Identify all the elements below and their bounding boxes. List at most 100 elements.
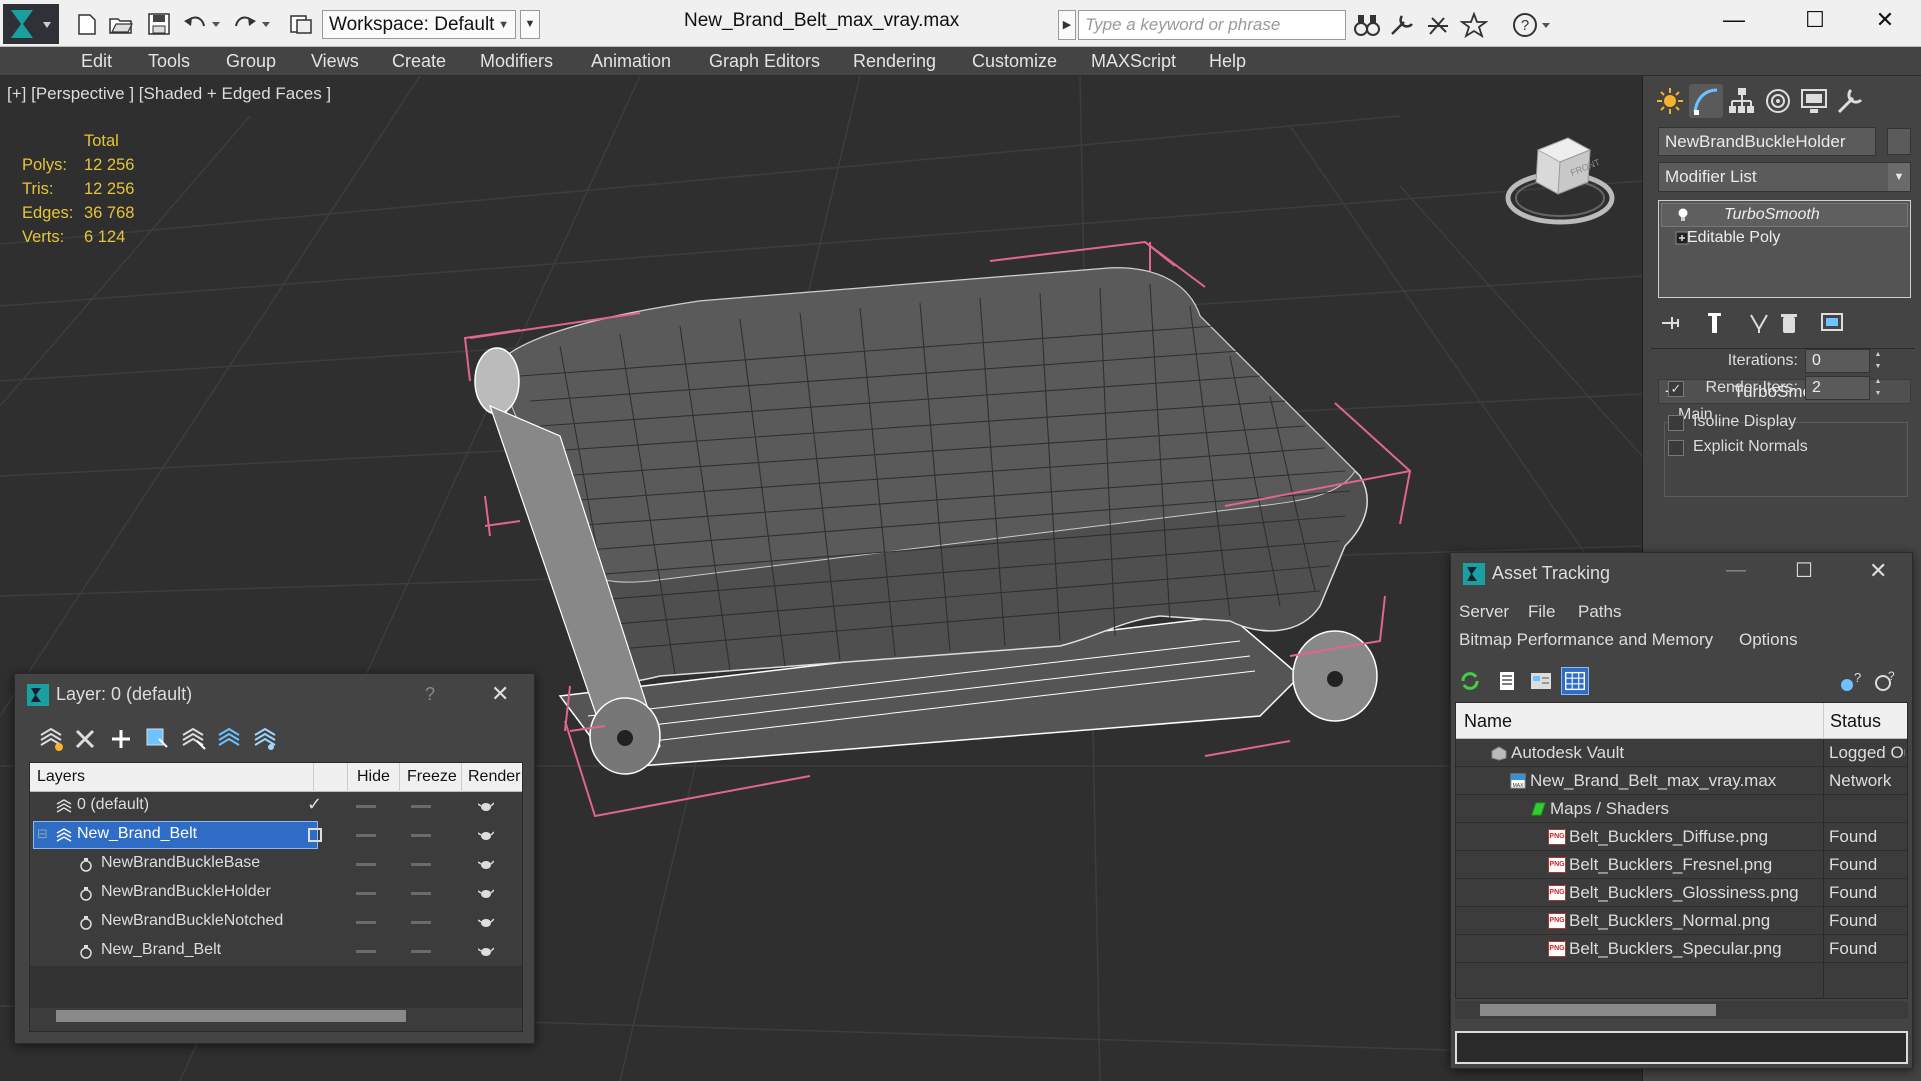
render-teapot-icon[interactable]: [478, 916, 494, 928]
column-header-render[interactable]: Render: [468, 768, 520, 786]
utilities-tab-icon[interactable]: [1833, 84, 1867, 118]
show-end-result-icon[interactable]: [1701, 309, 1729, 337]
scrollbar-thumb[interactable]: [56, 1010, 406, 1022]
column-header-status[interactable]: Status: [1830, 711, 1881, 732]
menu-group[interactable]: Group: [226, 51, 276, 72]
binoculars-icon[interactable]: [1353, 12, 1381, 38]
iterations-spinner-arrows[interactable]: ▲ ▼: [1872, 349, 1884, 373]
menu-options[interactable]: Options: [1739, 630, 1798, 650]
add-to-layer-icon[interactable]: [107, 725, 135, 753]
stack-item-editable-poly[interactable]: Editable Poly: [1661, 227, 1908, 251]
layer-window-titlebar[interactable]: Layer: 0 (default) ? ✕: [15, 674, 534, 715]
new-file-icon[interactable]: [74, 12, 100, 36]
refresh-icon[interactable]: [1456, 667, 1484, 695]
render-iters-checkbox[interactable]: ✓: [1668, 381, 1684, 397]
stack-item-turbosmooth[interactable]: TurboSmooth: [1661, 203, 1908, 227]
freeze-toggle[interactable]: [411, 805, 431, 808]
menu-animation[interactable]: Animation: [591, 51, 671, 72]
project-folder-icon[interactable]: [288, 12, 314, 36]
subscription-icon[interactable]: [1424, 12, 1452, 38]
wrench-icon[interactable]: [1388, 12, 1416, 38]
help-icon[interactable]: ?: [1512, 12, 1540, 38]
help-dropdown-icon[interactable]: [1540, 12, 1552, 38]
menu-edit[interactable]: Edit: [81, 51, 112, 72]
layer-row[interactable]: 0 (default) ✓: [30, 792, 522, 821]
app-menu-button[interactable]: [3, 4, 59, 44]
hide-toggle[interactable]: [356, 805, 376, 808]
make-active-layer-box[interactable]: [308, 828, 322, 842]
undo-icon[interactable]: [182, 12, 208, 36]
horizontal-scrollbar[interactable]: [1455, 1001, 1908, 1019]
menu-maxscript[interactable]: MAXScript: [1091, 51, 1176, 72]
motion-tab-icon[interactable]: [1761, 84, 1795, 118]
menu-file[interactable]: File: [1528, 602, 1555, 622]
viewcube[interactable]: FRONT: [1500, 120, 1620, 230]
minimize-button[interactable]: —: [1726, 559, 1746, 582]
help-button[interactable]: ?: [425, 684, 435, 705]
close-button[interactable]: ✕: [1869, 558, 1887, 584]
menu-bitmap-performance[interactable]: Bitmap Performance and Memory: [1459, 630, 1713, 650]
asset-window-titlebar[interactable]: Asset Tracking — ☐ ✕: [1451, 553, 1912, 594]
maximize-button[interactable]: ☐: [1795, 558, 1813, 583]
render-teapot-icon[interactable]: [478, 945, 494, 957]
configure-modifier-sets-icon[interactable]: [1819, 309, 1847, 337]
hide-toggle[interactable]: [356, 921, 376, 924]
open-file-icon[interactable]: [108, 12, 134, 36]
table-view-icon[interactable]: [1561, 667, 1589, 695]
asset-row[interactable]: Autodesk Vault Logged Out: [1456, 739, 1907, 767]
column-header-layers[interactable]: Layers: [37, 768, 85, 786]
menu-create[interactable]: Create: [392, 51, 446, 72]
select-objects-in-layer-icon[interactable]: [143, 725, 171, 753]
workspace-menu-button[interactable]: ▼: [520, 10, 540, 39]
iterations-spinner[interactable]: 0: [1805, 349, 1870, 373]
collapse-icon[interactable]: ⊟: [37, 826, 48, 842]
vault-options-icon[interactable]: ?: [1871, 667, 1899, 695]
object-row[interactable]: NewBrandBuckleNotched: [30, 908, 522, 937]
pin-stack-icon[interactable]: [1658, 309, 1686, 337]
menu-graph-editors[interactable]: Graph Editors: [709, 51, 820, 72]
menu-paths[interactable]: Paths: [1578, 602, 1621, 622]
asset-path-field[interactable]: [1455, 1031, 1908, 1064]
remove-modifier-icon[interactable]: [1775, 309, 1803, 337]
hide-toggle[interactable]: [356, 834, 376, 837]
menu-tools[interactable]: Tools: [148, 51, 190, 72]
hierarchy-tab-icon[interactable]: [1725, 84, 1759, 118]
maximize-button[interactable]: ☐: [1780, 0, 1850, 40]
freeze-all-layers-icon[interactable]: [251, 725, 279, 753]
hide-toggle[interactable]: [356, 863, 376, 866]
asset-row[interactable]: PNG Belt_Bucklers_Fresnel.png Found: [1456, 851, 1907, 879]
render-teapot-icon[interactable]: [478, 858, 494, 870]
hide-toggle[interactable]: [356, 892, 376, 895]
hide-all-layers-icon[interactable]: [215, 725, 243, 753]
vault-help-icon[interactable]: ?: [1837, 667, 1865, 695]
freeze-toggle[interactable]: [411, 863, 431, 866]
search-expand-button[interactable]: ▶: [1058, 10, 1076, 40]
delete-layer-icon[interactable]: [71, 725, 99, 753]
active-layer-check-icon[interactable]: ✓: [307, 794, 322, 815]
new-layer-icon[interactable]: [37, 725, 65, 753]
object-row[interactable]: NewBrandBuckleBase: [30, 850, 522, 879]
menu-rendering[interactable]: Rendering: [853, 51, 936, 72]
asset-row[interactable]: PNG Belt_Bucklers_Normal.png Found: [1456, 907, 1907, 935]
freeze-toggle[interactable]: [411, 921, 431, 924]
redo-dropdown-icon[interactable]: [260, 12, 272, 36]
close-button[interactable]: ✕: [491, 681, 509, 707]
isoline-display-checkbox[interactable]: [1668, 415, 1684, 431]
column-header-freeze[interactable]: Freeze: [407, 768, 457, 786]
object-row[interactable]: NewBrandBuckleHolder: [30, 879, 522, 908]
modify-tab-icon[interactable]: [1689, 84, 1723, 118]
render-iters-spinner-arrows[interactable]: ▲ ▼: [1872, 376, 1884, 400]
render-teapot-icon[interactable]: [478, 887, 494, 899]
list-view-icon[interactable]: [1493, 667, 1521, 695]
viewport-label[interactable]: [+] [Perspective ] [Shaded + Edged Faces…: [7, 84, 331, 104]
layer-row-selected[interactable]: ⊟ New_Brand_Belt: [30, 821, 522, 850]
freeze-toggle[interactable]: [411, 950, 431, 953]
workspace-dropdown[interactable]: Workspace: Default ▼: [322, 10, 516, 39]
scrollbar-thumb[interactable]: [1480, 1004, 1716, 1016]
menu-modifiers[interactable]: Modifiers: [480, 51, 553, 72]
asset-row[interactable]: PNG Belt_Bucklers_Diffuse.png Found: [1456, 823, 1907, 851]
column-header-hide[interactable]: Hide: [357, 768, 390, 786]
save-file-icon[interactable]: [146, 12, 172, 36]
asset-row[interactable]: MAX New_Brand_Belt_max_vray.max Network: [1456, 767, 1907, 795]
explicit-normals-checkbox[interactable]: [1668, 440, 1684, 456]
